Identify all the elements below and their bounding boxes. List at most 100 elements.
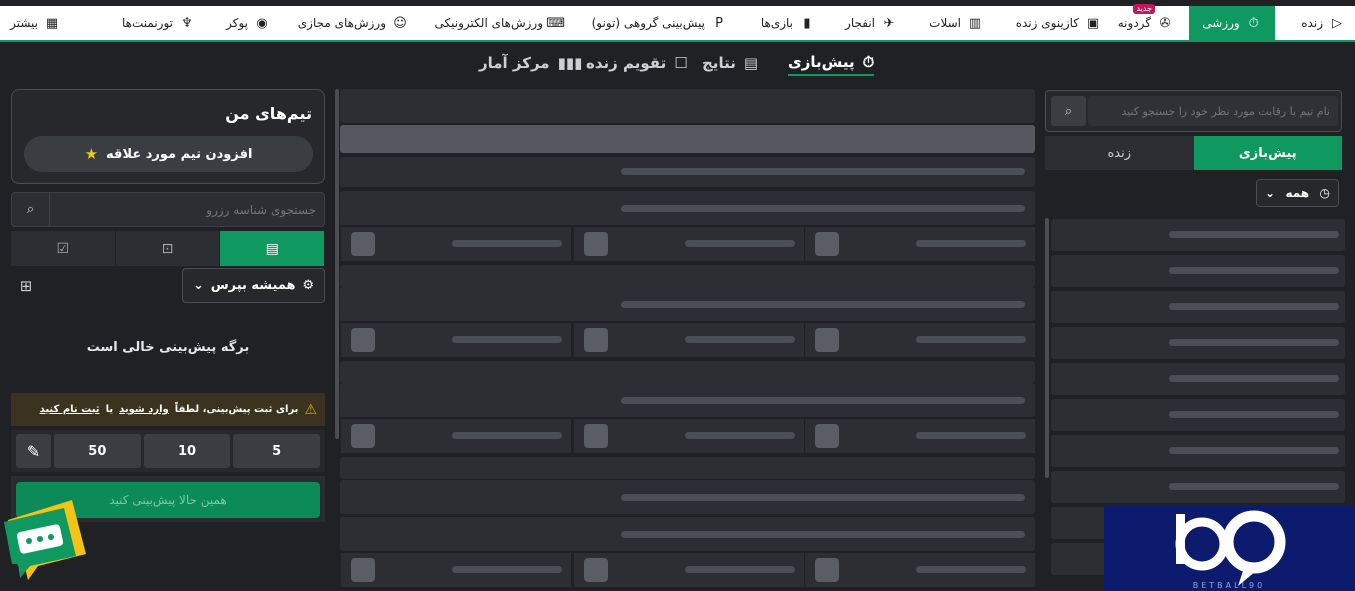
skeleton-row	[340, 89, 1035, 123]
ticket-icon: ⊡	[161, 240, 174, 257]
nav-item-toto[interactable]: P پیش‌بینی گروهی (تونو)	[592, 6, 727, 40]
poker-icon: ◉	[256, 15, 268, 31]
nav-item-esports[interactable]: ⌨ ورزش‌های الکترونیکی	[435, 6, 565, 40]
skeleton-line	[685, 566, 795, 573]
search-icon[interactable]: ⌕	[1051, 96, 1086, 126]
stats-icon: ▮▮▮	[557, 54, 583, 72]
skeleton-square	[351, 328, 375, 352]
tab-stats-center[interactable]: ▮▮▮ مرکز آمار	[479, 50, 582, 76]
toto-icon: P	[715, 15, 723, 31]
register-link[interactable]: ثبت نام کنید	[40, 404, 100, 415]
nav-item-sports[interactable]: ⏱ ورزشی	[1189, 6, 1275, 40]
skeleton-line	[1169, 339, 1339, 346]
grid-icon: ▦	[45, 15, 59, 31]
tab-ticket[interactable]: ⊡	[115, 231, 221, 266]
skeleton-line	[685, 240, 795, 247]
chevron-down-icon: ⌄	[1265, 186, 1276, 200]
tab-betslip[interactable]: ▤	[220, 231, 326, 266]
calculator-icon[interactable]: ⊞	[16, 276, 36, 296]
skeleton-line	[1169, 447, 1339, 454]
casino-icon: ▣	[1086, 15, 1100, 31]
nav-item-virtual[interactable]: ☺ ورزش‌های مجازی	[298, 6, 408, 40]
top-navbar: ▷ زنده ⏱ ورزشی ✇ گردونه جدید ▣ کازینوی ز…	[0, 0, 1355, 42]
list-icon: ▤	[265, 240, 279, 257]
skeleton-square	[815, 232, 839, 256]
event-search: ⌕	[1045, 90, 1342, 132]
sport-list-item[interactable]	[1051, 363, 1345, 395]
nav-item-tournaments[interactable]: ♆ تورنمنت‌ها	[122, 6, 195, 40]
sport-list-item[interactable]	[1051, 219, 1345, 251]
skeleton-line	[621, 397, 1025, 404]
quick-stakes: ✎ 50 10 5	[11, 430, 325, 472]
chat-support-icon[interactable]	[2, 492, 90, 582]
skeleton-line	[1169, 411, 1339, 418]
sport-list-item[interactable]	[1051, 471, 1345, 503]
pencil-icon: ✎	[26, 441, 41, 461]
skeleton-row	[340, 265, 1035, 287]
nav-item-live[interactable]: ▷ زنده	[1301, 6, 1345, 40]
skeleton-square	[584, 424, 608, 448]
skeleton-line	[1169, 303, 1339, 310]
skeleton-line	[916, 566, 1026, 573]
skeleton-line	[685, 336, 795, 343]
nav-item-games[interactable]: ▮ بازی‌ها	[761, 6, 815, 40]
tab-live-calendar[interactable]: ☐ تقویم زنده	[586, 50, 688, 76]
new-badge: جدید	[1133, 4, 1155, 14]
edit-stakes-button[interactable]: ✎	[16, 434, 51, 468]
nav-item-wheel[interactable]: ✇ گردونه جدید	[1118, 4, 1173, 40]
tab-check[interactable]: ☑	[11, 231, 116, 266]
skeleton-square	[584, 328, 608, 352]
skeleton-line	[452, 240, 562, 247]
checkbox-icon: ☑	[56, 240, 70, 257]
nav-item-crash[interactable]: ✈ انفجار	[845, 6, 897, 40]
skeleton-row	[340, 457, 1035, 479]
esports-icon: ⌨	[546, 15, 565, 31]
left-scrollbar[interactable]	[335, 89, 339, 439]
stopwatch-icon: ⏱	[862, 53, 875, 71]
games-icon: ▮	[803, 15, 811, 31]
skeleton-line	[621, 205, 1025, 212]
always-ask-dropdown[interactable]: ⚙ همیشه بپرس ⌄	[182, 268, 325, 303]
nav-item-poker[interactable]: ◉ پوکر	[226, 6, 270, 40]
nav-item-live-casino[interactable]: ▣ کازینوی زنده	[1016, 6, 1101, 40]
tab-live[interactable]: زنده	[1045, 136, 1194, 170]
stopwatch-icon: ⏱	[1248, 15, 1259, 31]
event-search-input[interactable]	[1088, 96, 1338, 126]
tab-prematch-right[interactable]: پیش‌بازی	[1193, 136, 1342, 170]
login-link[interactable]: وارد شوید	[119, 404, 169, 415]
search-icon[interactable]: ⌕	[12, 193, 50, 226]
tab-prematch[interactable]: ⏱ پیش‌بازی	[788, 50, 875, 76]
chevron-down-icon: ⌄	[193, 278, 204, 293]
my-teams-title: تیم‌های من	[225, 104, 312, 123]
sport-list-item[interactable]	[1051, 255, 1345, 287]
nav-item-slots[interactable]: ▥ اسلات	[929, 6, 983, 40]
stake-button[interactable]: 50	[54, 434, 141, 468]
stake-button[interactable]: 10	[143, 434, 231, 468]
sport-list-item[interactable]	[1051, 327, 1345, 359]
sport-list-item[interactable]	[1051, 399, 1345, 431]
wheel-icon: ✇	[1159, 15, 1171, 31]
skeleton-square	[815, 558, 839, 582]
skeleton-line	[452, 336, 562, 343]
skeleton-line	[1169, 375, 1339, 382]
booking-code-input[interactable]	[52, 193, 324, 226]
sport-list-item[interactable]	[1051, 291, 1345, 323]
stake-button[interactable]: 5	[233, 434, 321, 468]
time-filter-dropdown[interactable]: ◷ همه ⌄	[1256, 179, 1339, 207]
skeleton-line	[452, 566, 562, 573]
booking-search: ⌕	[11, 192, 325, 227]
skeleton-line	[621, 301, 1025, 308]
right-scrollbar[interactable]	[1045, 218, 1049, 478]
login-warning: ⚠ برای ثبت پیش‌بینی، لطفاً وارد شوید یا …	[11, 393, 325, 426]
add-favorite-team-button[interactable]: افزودن تیم مورد علاقه ★	[24, 136, 313, 172]
warning-icon: ⚠	[304, 401, 317, 418]
calendar-icon: ☐	[674, 54, 688, 72]
betslip-tabs: ☑ ⊡ ▤	[11, 231, 326, 266]
tab-results[interactable]: ▤ نتایج	[702, 50, 758, 76]
svg-text:BETBALL90: BETBALL90	[1193, 581, 1265, 590]
sport-list-item[interactable]	[1051, 435, 1345, 467]
nav-item-more[interactable]: ▦ بیشتر	[10, 6, 60, 40]
clock-icon: ◷	[1319, 186, 1330, 200]
skeleton-square	[351, 424, 375, 448]
my-teams-panel: تیم‌های من افزودن تیم مورد علاقه ★	[11, 89, 325, 184]
